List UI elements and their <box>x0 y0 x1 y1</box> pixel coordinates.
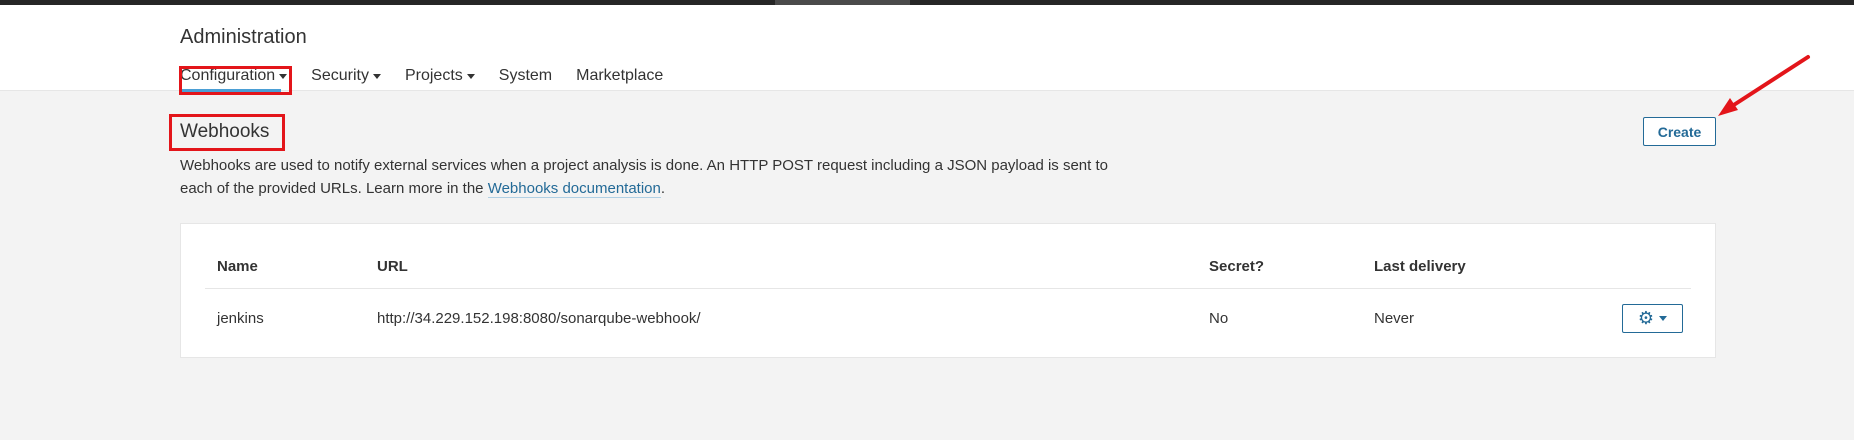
description-line-2: each of the provided URLs. Learn more in… <box>180 177 1140 200</box>
chevron-down-icon <box>466 74 475 79</box>
column-header-last-delivery: Last delivery <box>1374 257 1466 275</box>
description-line-1: Webhooks are used to notify external ser… <box>180 157 1108 174</box>
table-header: Name URL Secret? Last delivery <box>205 244 1691 289</box>
section-description: Webhooks are used to notify external ser… <box>180 154 1140 200</box>
webhook-url: http://34.229.152.198:8080/sonarqube-web… <box>377 309 701 327</box>
description-suffix: . <box>660 180 666 197</box>
webhook-last-delivery: Never <box>1374 309 1415 327</box>
chevron-down-icon <box>372 74 381 79</box>
webhooks-documentation-link[interactable]: Webhooks documentation <box>487 180 661 198</box>
webhook-actions-button[interactable]: ⚙ <box>1622 303 1683 333</box>
annotation-box-configuration <box>179 66 292 95</box>
nav-system-label: System <box>498 67 553 84</box>
webhooks-table: Name URL Secret? Last delivery jenkins h… <box>205 244 1691 347</box>
nav-marketplace-label: Marketplace <box>576 67 664 84</box>
table-row: jenkins http://34.229.152.198:8080/sonar… <box>205 289 1691 347</box>
nav-projects[interactable]: Projects <box>405 67 475 95</box>
webhooks-table-card: Name URL Secret? Last delivery jenkins h… <box>180 223 1716 358</box>
annotation-arrow <box>1718 55 1810 116</box>
nav-marketplace[interactable]: Marketplace <box>576 67 663 95</box>
column-header-name: Name <box>217 257 258 275</box>
nav-projects-label: Projects <box>404 67 463 84</box>
nav-system[interactable]: System <box>499 67 552 95</box>
column-header-secret: Secret? <box>1209 257 1265 275</box>
chevron-down-icon <box>1659 315 1668 321</box>
description-text: each of the provided URLs. Learn more in… <box>180 180 488 197</box>
webhook-name: jenkins <box>217 309 264 327</box>
gear-icon: ⚙ <box>1637 308 1655 328</box>
page-title: Administration <box>180 26 307 48</box>
webhook-secret: No <box>1209 309 1229 327</box>
column-header-url: URL <box>377 257 408 275</box>
nav-security[interactable]: Security <box>311 67 381 95</box>
nav-security-label: Security <box>311 67 369 84</box>
annotation-box-webhooks <box>169 114 285 151</box>
